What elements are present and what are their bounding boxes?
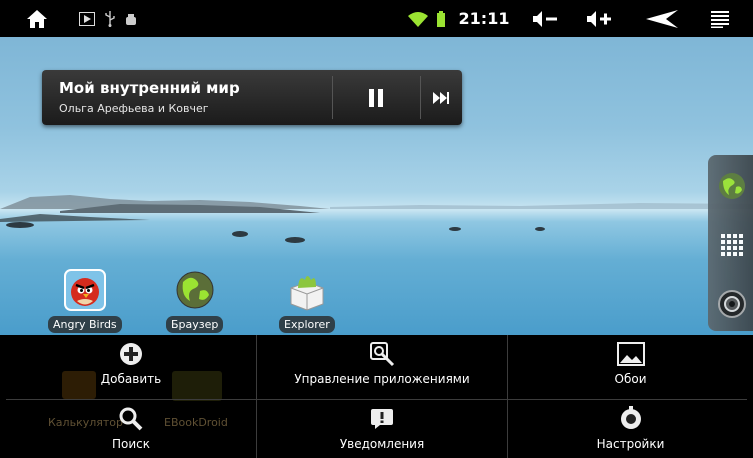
clock: 21:11 <box>458 9 510 28</box>
status-bar: 21:11 <box>0 0 753 37</box>
lake-landscape <box>0 195 753 243</box>
settings-icon <box>620 406 641 429</box>
pause-icon <box>369 88 383 107</box>
back-icon[interactable] <box>641 0 685 37</box>
camera-icon[interactable] <box>717 289 747 319</box>
track-title: Мой внутренний мир <box>59 79 240 97</box>
battery-icon <box>434 0 448 37</box>
menu-item-add[interactable]: Добавить <box>6 335 256 399</box>
add-icon <box>120 343 142 365</box>
menu-item-label: Уведомления <box>339 437 425 451</box>
apps-grid-icon[interactable] <box>717 230 747 260</box>
app-explorer[interactable]: Explorer <box>279 268 335 333</box>
debug-icon <box>122 0 140 37</box>
pause-button[interactable] <box>332 70 420 125</box>
notifications-icon <box>371 409 393 429</box>
menu-item-wallpaper[interactable]: Обои <box>508 335 753 399</box>
menu-icon[interactable] <box>705 0 735 37</box>
track-artist: Ольга Арефьева и Ковчег <box>59 102 209 115</box>
menu-item-settings[interactable]: Настройки <box>508 400 753 458</box>
menu-item-label: Настройки <box>596 437 665 451</box>
wifi-icon <box>405 0 431 37</box>
launcher-dock <box>708 155 753 331</box>
menu-item-manage-apps[interactable]: Управление приложениями <box>257 335 507 399</box>
app-angry-birds[interactable]: Angry Birds <box>48 268 122 333</box>
menu-item-label: Поиск <box>111 437 150 451</box>
app-browser[interactable]: Браузер <box>166 268 224 333</box>
menu-item-label: Добавить <box>100 372 162 386</box>
search-icon <box>119 407 143 431</box>
browser-globe-icon <box>176 271 214 309</box>
next-track-icon <box>433 91 449 104</box>
explorer-folder-icon <box>290 276 324 311</box>
app-label: Angry Birds <box>48 316 122 333</box>
options-menu: Калькулятор EBookDroid Добавить Управлен… <box>0 335 753 458</box>
angry-birds-icon <box>63 269 106 311</box>
volume-up-icon[interactable] <box>582 0 616 37</box>
browser-globe-icon[interactable] <box>717 171 747 201</box>
app-label: Explorer <box>279 316 335 333</box>
next-track-button[interactable] <box>420 70 462 125</box>
menu-item-notifications[interactable]: Уведомления <box>257 400 507 458</box>
manage-apps-icon <box>370 342 395 367</box>
menu-item-search[interactable]: Поиск <box>6 400 256 458</box>
usb-icon <box>102 0 118 37</box>
media-play-icon <box>76 0 98 37</box>
wallpaper-icon <box>616 342 645 366</box>
music-widget[interactable]: Мой внутренний мир Ольга Арефьева и Ковч… <box>42 70 462 125</box>
home-icon[interactable] <box>22 0 52 37</box>
app-label: Браузер <box>166 316 224 333</box>
volume-down-icon[interactable] <box>528 0 562 37</box>
menu-item-label: Обои <box>614 372 647 386</box>
menu-item-label: Управление приложениями <box>294 372 470 386</box>
